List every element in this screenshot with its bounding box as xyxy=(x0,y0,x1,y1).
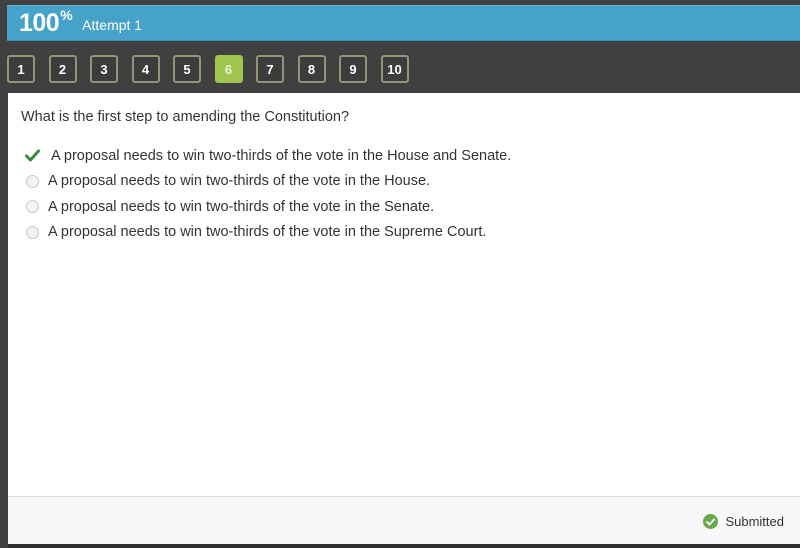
question-button-3[interactable]: 3 xyxy=(90,55,118,83)
question-button-5[interactable]: 5 xyxy=(173,55,201,83)
status-badge: Submitted xyxy=(703,514,784,529)
answer-option-1[interactable]: A proposal needs to win two-thirds of th… xyxy=(8,143,800,169)
checkmark-icon xyxy=(24,148,40,164)
window-bottom-edge xyxy=(8,544,800,548)
radio-icon[interactable] xyxy=(25,225,39,239)
radio-icon[interactable] xyxy=(25,174,39,188)
question-button-2[interactable]: 2 xyxy=(48,55,77,83)
question-button-10[interactable]: 10 xyxy=(380,55,409,83)
status-label: Submitted xyxy=(725,514,784,529)
question-navigation: 1 2 3 4 5 6 7 8 9 10 xyxy=(7,55,422,83)
score: 100 % xyxy=(19,6,73,38)
answer-text: A proposal needs to win two-thirds of th… xyxy=(48,173,431,190)
question-button-4[interactable]: 4 xyxy=(131,55,160,83)
question-button-8[interactable]: 8 xyxy=(297,55,326,83)
answer-text: A proposal needs to win two-thirds of th… xyxy=(48,224,487,241)
answer-option-2[interactable]: A proposal needs to win two-thirds of th… xyxy=(8,169,800,195)
question-prompt: What is the first step to amending the C… xyxy=(21,109,350,125)
score-bar: 100 % Attempt 1 xyxy=(7,5,800,41)
answer-text: A proposal needs to win two-thirds of th… xyxy=(51,147,512,164)
attempt-label: Attempt 1 xyxy=(82,17,143,33)
score-unit: % xyxy=(60,6,73,23)
question-button-1[interactable]: 1 xyxy=(7,55,35,83)
question-button-7[interactable]: 7 xyxy=(256,55,284,83)
answer-option-3[interactable]: A proposal needs to win two-thirds of th… xyxy=(8,194,800,220)
question-panel: What is the first step to amending the C… xyxy=(8,93,800,496)
answer-text: A proposal needs to win two-thirds of th… xyxy=(48,198,435,215)
question-button-6[interactable]: 6 xyxy=(214,55,243,83)
footer-bar: Submitted xyxy=(8,496,800,545)
radio-icon[interactable] xyxy=(25,200,39,214)
check-circle-icon xyxy=(703,514,719,529)
answer-option-4[interactable]: A proposal needs to win two-thirds of th… xyxy=(8,220,800,246)
score-value: 100 xyxy=(19,8,60,37)
answer-list: A proposal needs to win two-thirds of th… xyxy=(8,143,800,245)
question-button-9[interactable]: 9 xyxy=(339,55,367,83)
